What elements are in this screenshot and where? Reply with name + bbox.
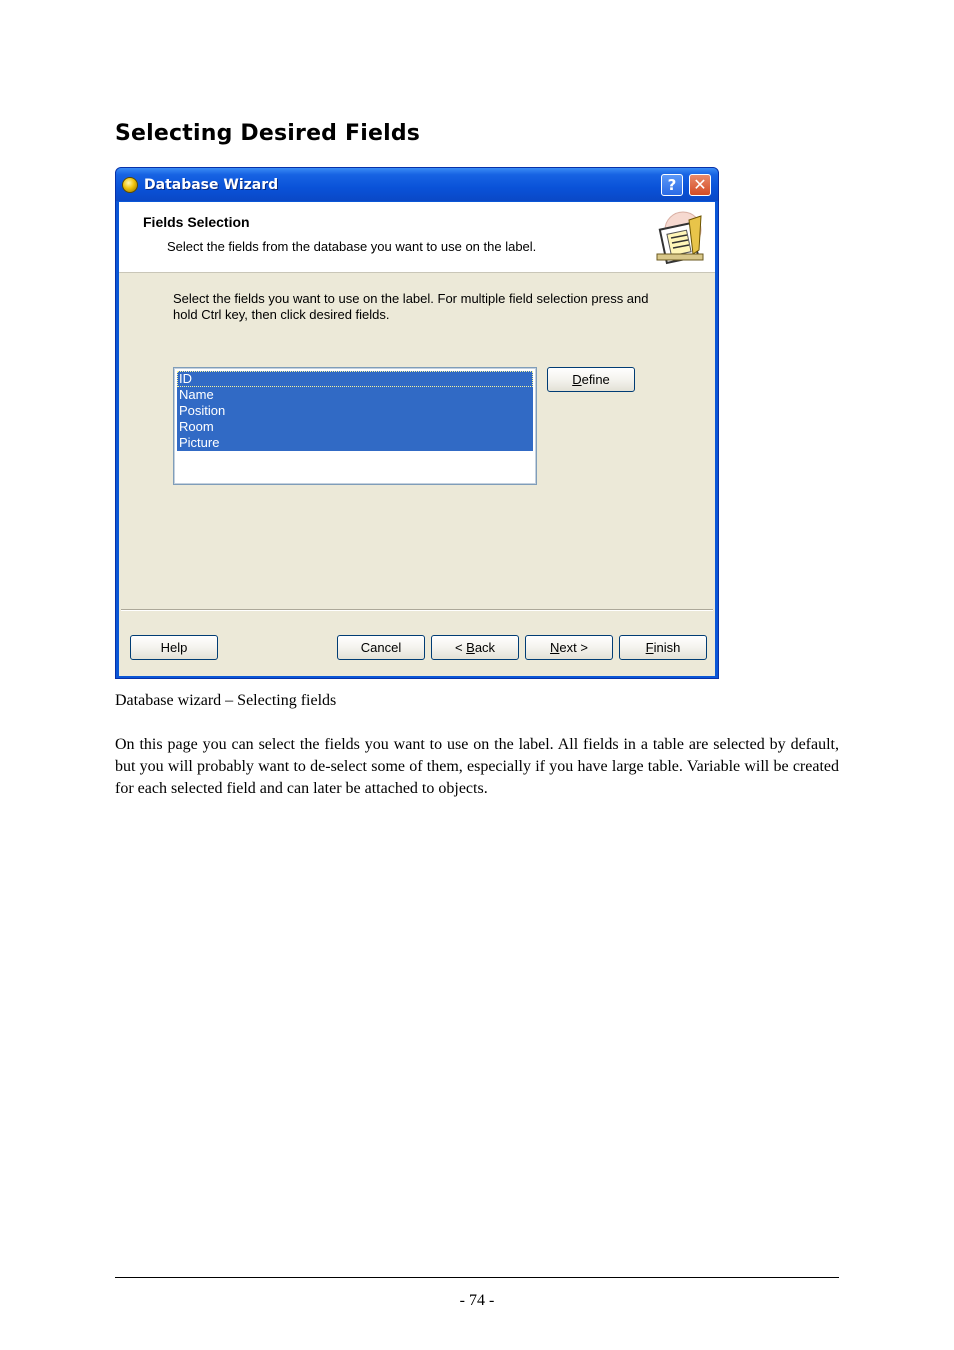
list-item-name[interactable]: Name — [177, 387, 533, 403]
title-bar[interactable]: Database Wizard ? ✕ — [116, 168, 718, 201]
cancel-button[interactable]: Cancel — [337, 635, 425, 660]
button-separator — [121, 609, 713, 611]
define-button[interactable]: Define — [547, 367, 635, 392]
next-label-post: ext > — [559, 640, 588, 655]
back-label-pre: < — [454, 640, 467, 655]
wizard-client-area: Fields Selection Select the fields from … — [119, 202, 715, 676]
step-subtitle: Select the fields from the database you … — [167, 239, 537, 254]
fields-listbox[interactable]: ID Name Position Room Picture — [173, 367, 537, 485]
list-item-position[interactable]: Position — [177, 403, 533, 419]
help-title-button[interactable]: ? — [661, 174, 683, 196]
back-label-mnemonic: B — [466, 640, 475, 655]
define-label-post: efine — [581, 372, 610, 387]
close-button[interactable]: ✕ — [689, 174, 711, 196]
finish-button[interactable]: Finish — [619, 635, 707, 660]
page-heading: Selecting Desired Fields — [115, 121, 421, 146]
help-button[interactable]: Help — [130, 635, 218, 660]
footer-rule — [115, 1277, 839, 1278]
next-label-mnemonic: N — [550, 640, 560, 655]
app-icon — [122, 177, 138, 193]
database-wizard-icon — [656, 211, 704, 265]
instruction-text: Select the fields you want to use on the… — [173, 291, 663, 323]
window-title: Database Wizard — [144, 177, 279, 193]
list-item-id[interactable]: ID — [177, 371, 533, 387]
wizard-header: Fields Selection Select the fields from … — [119, 202, 715, 273]
body-paragraph: On this page you can select the fields y… — [115, 736, 839, 797]
list-item-picture[interactable]: Picture — [177, 435, 533, 451]
step-title: Fields Selection — [143, 214, 250, 230]
back-label-post: ack — [474, 640, 496, 655]
instruction-line-2: hold Ctrl key, then click desired fields… — [173, 307, 390, 322]
define-label-mnemonic: D — [572, 372, 582, 387]
finish-label-mnemonic: F — [645, 640, 654, 655]
list-item-room[interactable]: Room — [177, 419, 533, 435]
figure-caption: Database wizard – Selecting fields — [115, 692, 337, 709]
finish-label-post: inish — [653, 640, 681, 655]
back-button[interactable]: < Back — [431, 635, 519, 660]
page-number: - 74 - — [459, 1292, 495, 1309]
next-button[interactable]: Next > — [525, 635, 613, 660]
database-wizard-window: Database Wizard ? ✕ Fields Selection Sel… — [115, 167, 719, 679]
instruction-line-1: Select the fields you want to use on the… — [173, 291, 649, 306]
